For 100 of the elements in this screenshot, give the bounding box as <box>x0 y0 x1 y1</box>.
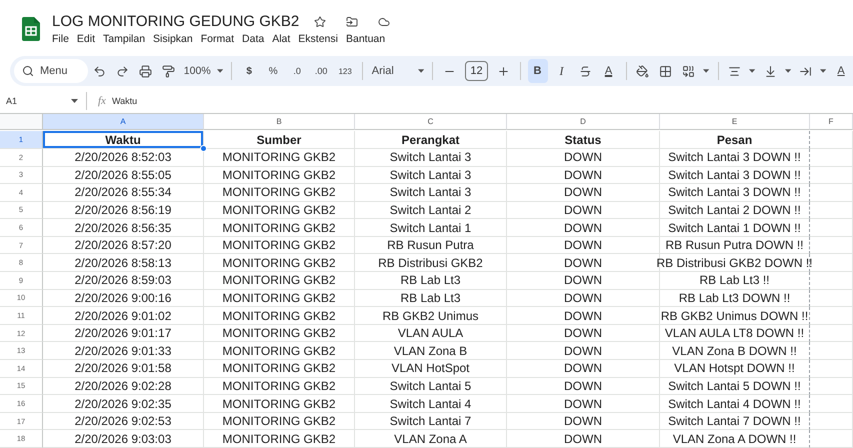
table-cell: VLAN Zona B DOWN !! <box>660 342 810 360</box>
table-cell: Switch Lantai 3 <box>355 184 507 202</box>
column-title: Sumber <box>204 131 355 149</box>
empty-cell <box>810 378 853 396</box>
vertical-align-icon[interactable] <box>764 64 777 78</box>
table-cell: MONITORING GKB2 <box>204 148 355 166</box>
table-cell: 2/20/2026 8:52:03 <box>43 148 204 166</box>
font-caret-icon[interactable] <box>418 69 424 74</box>
table-cell: 2/20/2026 8:56:35 <box>43 219 204 237</box>
table-cell: Switch Lantai 3 DOWN !! <box>660 166 810 184</box>
table-cell: VLAN Zona B <box>355 342 507 360</box>
column-header[interactable]: A <box>43 114 204 130</box>
menu-item[interactable]: Sisipkan <box>153 33 193 46</box>
font-dropdown[interactable]: Arial <box>370 59 396 84</box>
table-cell: DOWN <box>507 395 660 413</box>
table-cell: MONITORING GKB2 <box>204 236 355 254</box>
zoom-dropdown[interactable]: 100% <box>182 59 212 84</box>
merge-cells-icon[interactable] <box>682 64 696 78</box>
empty-cell <box>810 342 853 360</box>
table-cell: 2/20/2026 9:00:16 <box>43 290 204 308</box>
percent-button[interactable]: % <box>263 59 284 84</box>
table-cell: 2/20/2026 8:59:03 <box>43 272 204 290</box>
column-header[interactable]: E <box>660 114 810 130</box>
column-header[interactable]: D <box>507 114 660 130</box>
paint-format-icon[interactable] <box>162 64 176 78</box>
document-title[interactable]: LOG MONITORING GEDUNG GKB2 <box>52 13 300 30</box>
column-header[interactable]: F <box>810 114 853 130</box>
table-cell: 2/20/2026 8:55:05 <box>43 166 204 184</box>
table-cell: VLAN AULA <box>355 324 507 342</box>
empty-cell <box>810 184 853 202</box>
more-formats-button[interactable]: 123 <box>335 59 356 84</box>
table-cell: Switch Lantai 5 DOWN !! <box>660 378 810 396</box>
table-cell: RB Lab Lt3 <box>355 272 507 290</box>
table-cell: MONITORING GKB2 <box>204 324 355 342</box>
currency-button[interactable]: $ <box>239 59 260 84</box>
dropdown-caret-icon[interactable] <box>217 69 224 74</box>
empty-cell <box>810 202 853 220</box>
empty-cell <box>810 395 853 413</box>
menu-item[interactable]: Alat <box>272 33 290 46</box>
formula-field[interactable]: Waktu <box>112 96 138 106</box>
menu-item[interactable]: Format <box>200 33 234 46</box>
increase-decimal-button[interactable]: .00 <box>311 59 332 84</box>
table-cell: DOWN <box>507 430 660 448</box>
menu-item[interactable]: Tampilan <box>103 33 146 46</box>
dropdown-caret-icon[interactable] <box>749 69 756 74</box>
fill-color-icon[interactable] <box>636 64 650 78</box>
table-cell: 2/20/2026 9:01:58 <box>43 360 204 378</box>
table-cell: MONITORING GKB2 <box>204 290 355 308</box>
print-icon[interactable] <box>139 64 152 78</box>
menu-item[interactable]: Ekstensi <box>298 33 338 46</box>
star-icon[interactable] <box>314 16 326 28</box>
undo-icon[interactable] <box>93 64 106 78</box>
empty-cell <box>810 360 853 378</box>
table-cell: MONITORING GKB2 <box>204 202 355 220</box>
table-cell: MONITORING GKB2 <box>204 378 355 396</box>
font-size-field[interactable]: 12 <box>465 61 488 82</box>
menu-search-field[interactable]: Menu <box>14 59 88 84</box>
menu-item[interactable]: Bantuan <box>346 33 386 46</box>
table-cell: Switch Lantai 2 DOWN !! <box>660 202 810 220</box>
dropdown-caret-icon[interactable] <box>784 69 791 74</box>
decrease-decimal-button[interactable]: .0 <box>287 59 308 84</box>
align-icon[interactable] <box>728 64 742 78</box>
table-cell: DOWN <box>507 166 660 184</box>
table-cell: DOWN <box>507 307 660 325</box>
text-color-button[interactable]: A <box>598 59 619 84</box>
dropdown-caret-icon[interactable] <box>703 69 710 74</box>
menu-item[interactable]: File <box>52 33 69 46</box>
menu-item[interactable]: Edit <box>76 33 96 46</box>
strikethrough-icon[interactable] <box>578 64 592 78</box>
sheets-logo-icon[interactable] <box>22 17 40 42</box>
table-cell: VLAN Hotspt DOWN !! <box>660 360 810 378</box>
table-cell: RB Lab Lt3 <box>355 290 507 308</box>
dropdown-caret-icon[interactable] <box>820 69 826 74</box>
cell-reference-caret-icon[interactable] <box>71 98 78 103</box>
text-rotation-button[interactable]: A <box>831 59 852 84</box>
italic-button[interactable]: I <box>552 59 572 84</box>
table-cell: MONITORING GKB2 <box>204 254 355 272</box>
column-header[interactable]: C <box>355 114 507 130</box>
table-cell: Switch Lantai 5 <box>355 378 507 396</box>
table-cell: MONITORING GKB2 <box>204 272 355 290</box>
empty-cell <box>810 148 853 166</box>
table-cell: RB Rusun Putra <box>355 236 507 254</box>
table-cell: MONITORING GKB2 <box>204 166 355 184</box>
bold-button[interactable]: B <box>528 59 548 84</box>
cell-reference[interactable]: A1 <box>6 96 68 106</box>
move-folder-icon[interactable] <box>346 16 358 28</box>
column-header[interactable]: B <box>204 114 355 130</box>
increase-size-icon[interactable] <box>496 64 510 78</box>
cloud-icon[interactable] <box>378 16 390 28</box>
fill-handle[interactable] <box>200 144 207 152</box>
table-cell: Switch Lantai 7 DOWN !! <box>660 412 810 430</box>
table-cell: DOWN <box>507 202 660 220</box>
menu-item[interactable]: Data <box>242 33 264 46</box>
table-cell: 2/20/2026 9:03:03 <box>43 430 204 448</box>
redo-icon[interactable] <box>116 64 130 78</box>
table-cell: RB Distribusi GKB2 DOWN !! <box>660 254 810 272</box>
borders-icon[interactable] <box>659 64 672 78</box>
table-cell: 2/20/2026 8:55:34 <box>43 184 204 202</box>
table-cell: MONITORING GKB2 <box>204 307 355 325</box>
text-wrap-icon[interactable] <box>798 64 812 78</box>
